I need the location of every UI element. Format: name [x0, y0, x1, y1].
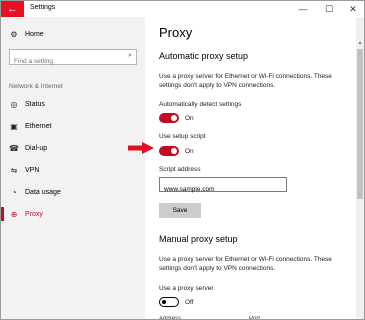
globe-icon: ◎ — [10, 99, 18, 109]
proxy-address-label: Address — [159, 316, 182, 320]
sidebar-item-label: Home — [25, 30, 44, 38]
globe-icon: ⊕ — [10, 209, 18, 219]
scrollbar-thumb[interactable] — [357, 49, 363, 199]
automatic-proxy-heading: Automatic proxy setup — [159, 51, 249, 61]
sidebar-item-ethernet[interactable]: ▣ Ethernet — [9, 119, 51, 133]
sidebar-item-proxy[interactable]: ⊕ Proxy — [9, 207, 43, 221]
manual-proxy-heading: Manual proxy setup — [159, 234, 238, 244]
sidebar-item-dial-up[interactable]: ☎ Dial-up — [9, 141, 47, 155]
toggle-knob — [161, 299, 166, 304]
vpn-icon: ⇋ — [10, 165, 18, 175]
proxy-port-label: Port — [249, 316, 261, 320]
title-bar: ← Settings — ☐ ✕ — [1, 1, 364, 17]
back-arrow-icon: ← — [7, 3, 18, 15]
sidebar-item-label: Dial-up — [25, 144, 48, 152]
clock-icon: ◔ — [11, 187, 17, 197]
sidebar-item-label: Data usage — [25, 188, 61, 196]
setup-script-label: Use setup script — [159, 133, 206, 140]
use-proxy-label: Use a proxy server — [159, 285, 214, 292]
automatic-proxy-description: Use a proxy server for Ethernet or Wi-Fi… — [159, 73, 332, 89]
red-arrow-annotation — [128, 142, 154, 154]
minimize-icon: — — [298, 4, 308, 14]
detect-settings-toggle[interactable] — [159, 113, 179, 123]
minimize-button[interactable]: — — [291, 1, 315, 17]
scroll-up-icon[interactable]: ▲ — [356, 39, 364, 47]
save-button[interactable]: Save — [159, 203, 201, 218]
sidebar-item-status[interactable]: ◎ Status — [9, 97, 45, 111]
script-address-input[interactable] — [160, 183, 282, 196]
sidebar-item-vpn[interactable]: ⇋ VPN — [9, 163, 40, 177]
detect-settings-label: Automatically detect settings — [159, 101, 242, 108]
search-box: ⌕ — [9, 49, 137, 69]
back-button[interactable]: ← — [1, 1, 24, 17]
maximize-icon: ☐ — [324, 4, 334, 14]
manual-proxy-description: Use a proxy server for Ethernet or Wi-Fi… — [159, 256, 332, 272]
sidebar-item-label: VPN — [25, 166, 40, 174]
phone-icon: ☎ — [9, 143, 19, 153]
sidebar-item-data-usage[interactable]: ◔ Data usage — [9, 185, 61, 199]
setup-script-state: On — [185, 148, 194, 155]
main-panel: Proxy Automatic proxy setup Use a proxy … — [145, 17, 364, 319]
gear-icon: ⚙ — [10, 29, 18, 39]
script-address-label: Script address — [159, 166, 201, 173]
toggle-knob — [171, 115, 177, 121]
close-icon: ✕ — [349, 4, 357, 14]
window-title: Settings — [30, 4, 56, 11]
setup-script-toggle[interactable] — [159, 146, 179, 156]
detect-settings-state: On — [185, 115, 194, 122]
use-proxy-toggle[interactable] — [159, 297, 179, 307]
page-title: Proxy — [159, 25, 193, 40]
script-address-box — [159, 177, 287, 196]
scrollbar[interactable]: ▲ — [356, 17, 364, 319]
ethernet-icon: ▣ — [10, 121, 18, 131]
close-button[interactable]: ✕ — [341, 1, 364, 17]
sidebar-item-label: Proxy — [25, 210, 43, 218]
sidebar-item-home[interactable]: ⚙ Home — [9, 27, 44, 41]
search-icon[interactable]: ⌕ — [128, 52, 132, 60]
toggle-knob — [171, 148, 177, 154]
settings-window: ← Settings — ☐ ✕ ⚙ Home ⌕ Network & Inte… — [0, 0, 365, 320]
sidebar-section-heading: Network & Internet — [9, 83, 63, 90]
sidebar-item-label: Ethernet — [25, 122, 52, 130]
use-proxy-state: Off — [185, 299, 194, 306]
search-input[interactable] — [10, 54, 120, 69]
active-item-indicator — [1, 207, 4, 221]
maximize-button[interactable]: ☐ — [317, 1, 341, 17]
sidebar: ⚙ Home ⌕ Network & Internet ◎ Status ▣ E… — [1, 17, 145, 319]
sidebar-item-label: Status — [25, 100, 45, 108]
